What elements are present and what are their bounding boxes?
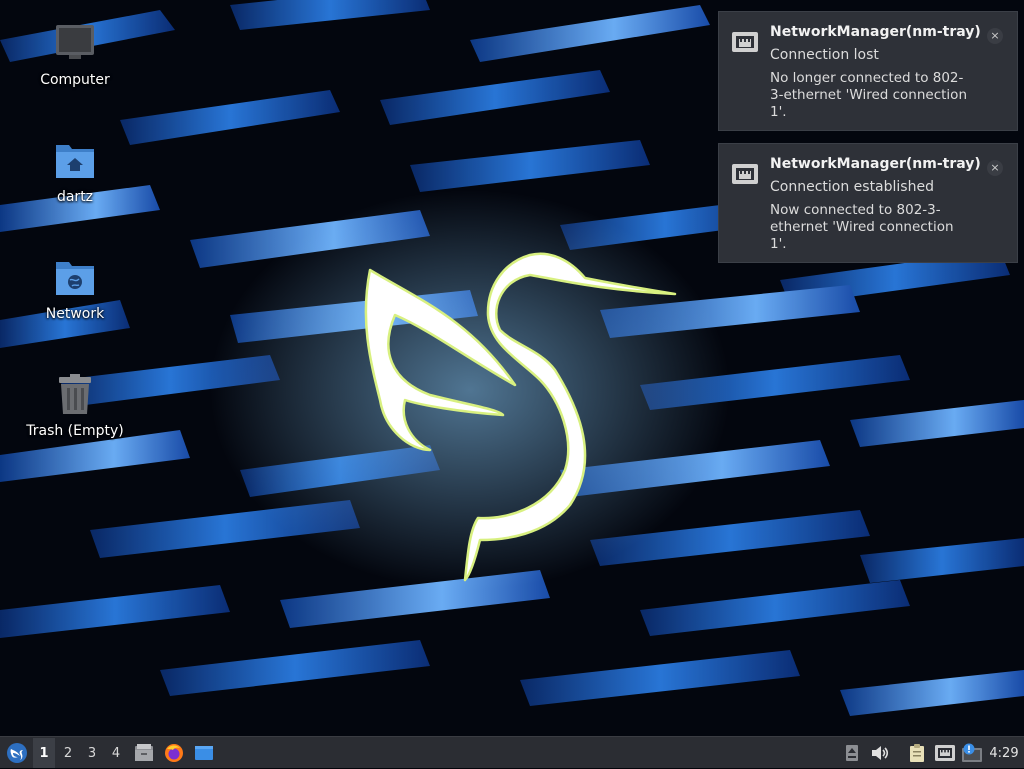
home-folder-icon [53,139,97,183]
wired-network-icon [731,30,759,56]
tray-clipboard[interactable] [906,737,928,769]
wired-network-icon [935,745,955,761]
tray-upload-indicator[interactable] [842,737,862,769]
network-folder-icon [53,256,97,300]
notification-body: Now connected to 802-3-ethernet 'Wired c… [770,202,954,252]
workspace-1-button[interactable]: 1 [33,738,55,768]
workspace-3-button[interactable]: 3 [81,738,103,768]
show-desktop-icon [195,746,213,760]
taskbar: 1 2 3 4 4:29 [0,736,1024,768]
tray-update-notifier[interactable] [960,737,984,769]
tray-network[interactable] [932,737,958,769]
desktop-icon-label: Computer [40,72,110,88]
clipboard-icon [910,744,924,762]
computer-icon [53,22,97,66]
desktop-icon-label: Network [45,306,105,322]
update-notifier-icon [962,743,982,762]
notification-app-name: NetworkManager(nm-tray) [770,156,981,172]
upload-indicator-icon [846,745,858,761]
trash-icon [53,373,97,417]
notification-connection-lost[interactable]: NetworkManager(nm-tray) Connection lost … [718,11,1018,131]
notification-summary: Connection established [770,179,934,195]
volume-icon [872,746,889,760]
notification-body: No longer connected to 802-3-ethernet 'W… [770,70,967,120]
desktop-icon-computer[interactable]: Computer [10,22,140,88]
firefox-launcher[interactable] [162,737,186,769]
desktop-icon-label: dartz [56,189,94,205]
notification-close-button[interactable]: × [987,160,1003,176]
desktop-icon-network[interactable]: Network [10,256,140,322]
tray-volume[interactable] [868,737,892,769]
notification-connection-established[interactable]: NetworkManager(nm-tray) Connection estab… [718,143,1018,263]
app-menu-logo-icon [7,743,27,763]
desktop-icon-trash[interactable]: Trash (Empty) [10,373,140,439]
notification-summary: Connection lost [770,47,879,63]
notification-close-button[interactable]: × [987,28,1003,44]
file-manager-icon [135,744,153,761]
workspace-2-button[interactable]: 2 [57,738,79,768]
start-menu-button[interactable] [3,737,31,769]
clock[interactable]: 4:29 [989,746,1018,761]
notification-app-name: NetworkManager(nm-tray) [770,24,981,40]
file-manager-launcher[interactable] [132,737,156,769]
firefox-icon [165,744,183,762]
workspace-4-button[interactable]: 4 [105,738,127,768]
wired-network-icon [731,162,759,188]
show-desktop-button[interactable] [192,737,216,769]
desktop-icon-label: Trash (Empty) [26,423,124,439]
desktop-icon-home[interactable]: dartz [10,139,140,205]
